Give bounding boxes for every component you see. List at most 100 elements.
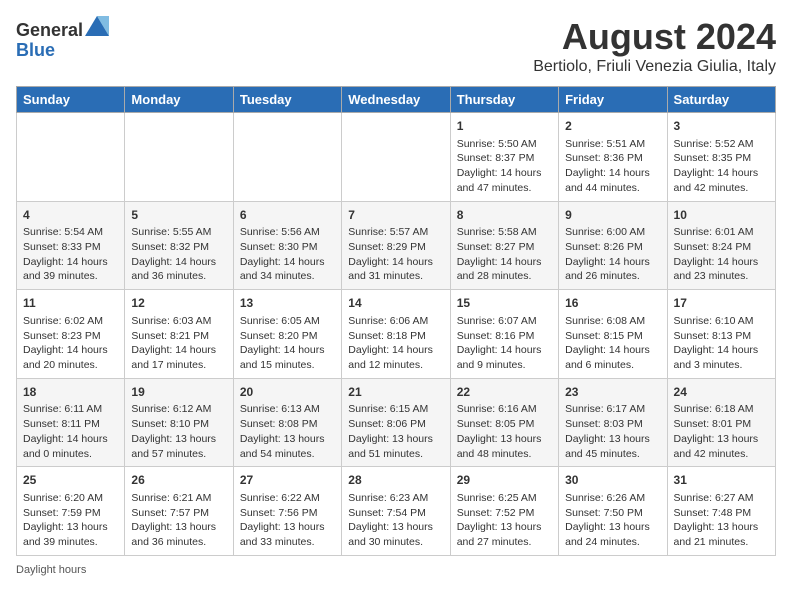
day-number: 18 bbox=[23, 384, 118, 401]
calendar-week-row: 1Sunrise: 5:50 AMSunset: 8:37 PMDaylight… bbox=[17, 113, 776, 202]
day-number: 17 bbox=[674, 295, 769, 312]
page-header: General Blue August 2024 Bertiolo, Friul… bbox=[16, 16, 776, 76]
calendar-day-cell: 13 Sunrise: 6:05 AMSunset: 8:20 PMDayligh… bbox=[233, 290, 341, 379]
day-number: 9 bbox=[565, 207, 660, 224]
day-info: Sunrise: 5:56 AMSunset: 8:30 PMDaylight:… bbox=[240, 225, 335, 284]
calendar-week-row: 18Sunrise: 6:11 AMSunset: 8:11 PMDayligh… bbox=[17, 378, 776, 467]
footer: Daylight hours bbox=[16, 564, 776, 576]
day-info: Sunrise: 6:03 AMSunset: 8:21 PMDaylight:… bbox=[131, 314, 226, 373]
day-info: Sunrise: 6:21 AMSunset: 7:57 PMDaylight:… bbox=[131, 491, 226, 550]
day-number: 30 bbox=[565, 472, 660, 489]
calendar-day-cell: 1Sunrise: 5:50 AMSunset: 8:37 PMDaylight… bbox=[450, 113, 558, 202]
day-number: 22 bbox=[457, 384, 552, 401]
calendar-day-cell: 8Sunrise: 5:58 AMSunset: 8:27 PMDaylight… bbox=[450, 201, 558, 290]
day-of-week-header: Wednesday bbox=[342, 87, 450, 113]
calendar-day-cell: 25Sunrise: 6:20 AMSunset: 7:59 PMDayligh… bbox=[17, 467, 125, 556]
day-number: 8 bbox=[457, 207, 552, 224]
day-of-week-header: Sunday bbox=[17, 87, 125, 113]
logo-general-text: General bbox=[16, 20, 83, 40]
calendar-day-cell: 18Sunrise: 6:11 AMSunset: 8:11 PMDayligh… bbox=[17, 378, 125, 467]
day-number: 29 bbox=[457, 472, 552, 489]
calendar-day-cell: 5Sunrise: 5:55 AMSunset: 8:32 PMDaylight… bbox=[125, 201, 233, 290]
main-title: August 2024 bbox=[533, 16, 776, 58]
day-info: Sunrise: 6:10 AMSunset: 8:13 PMDaylight:… bbox=[674, 314, 769, 373]
logo-blue-text: Blue bbox=[16, 40, 55, 60]
day-info: Sunrise: 6:26 AMSunset: 7:50 PMDaylight:… bbox=[565, 491, 660, 550]
calendar-day-cell: 6Sunrise: 5:56 AMSunset: 8:30 PMDaylight… bbox=[233, 201, 341, 290]
calendar-day-cell bbox=[342, 113, 450, 202]
day-number: 23 bbox=[565, 384, 660, 401]
day-number: 5 bbox=[131, 207, 226, 224]
calendar-day-cell: 20Sunrise: 6:13 AMSunset: 8:08 PMDayligh… bbox=[233, 378, 341, 467]
day-info: Sunrise: 6:27 AMSunset: 7:48 PMDaylight:… bbox=[674, 491, 769, 550]
day-info: Sunrise: 5:58 AMSunset: 8:27 PMDaylight:… bbox=[457, 225, 552, 284]
calendar-day-cell: 16 Sunrise: 6:08 AMSunset: 8:15 PMDayligh… bbox=[559, 290, 667, 379]
day-info: Sunrise: 6:12 AMSunset: 8:10 PMDaylight:… bbox=[131, 402, 226, 461]
calendar-day-cell: 27Sunrise: 6:22 AMSunset: 7:56 PMDayligh… bbox=[233, 467, 341, 556]
day-info: Sunrise: 5:55 AMSunset: 8:32 PMDaylight:… bbox=[131, 225, 226, 284]
calendar-day-cell: 11 Sunrise: 6:02 AMSunset: 8:23 PMDayligh… bbox=[17, 290, 125, 379]
day-info: Sunrise: 6:00 AMSunset: 8:26 PMDaylight:… bbox=[565, 225, 660, 284]
day-number: 13 bbox=[240, 295, 335, 312]
day-info: Sunrise: 6:05 AMSunset: 8:20 PMDaylight:… bbox=[240, 314, 335, 373]
calendar-day-cell: 28 Sunrise: 6:23 AMSunset: 7:54 PMDayligh… bbox=[342, 467, 450, 556]
day-number: 15 bbox=[457, 295, 552, 312]
day-number: 16 bbox=[565, 295, 660, 312]
day-info: Sunrise: 6:23 AMSunset: 7:54 PMDaylight:… bbox=[348, 491, 443, 550]
day-number: 1 bbox=[457, 118, 552, 135]
calendar-day-cell: 2Sunrise: 5:51 AMSunset: 8:36 PMDaylight… bbox=[559, 113, 667, 202]
day-info: Sunrise: 5:57 AMSunset: 8:29 PMDaylight:… bbox=[348, 225, 443, 284]
day-info: Sunrise: 6:08 AMSunset: 8:15 PMDaylight:… bbox=[565, 314, 660, 373]
day-info: Sunrise: 5:54 AMSunset: 8:33 PMDaylight:… bbox=[23, 225, 118, 284]
day-info: Sunrise: 6:06 AMSunset: 8:18 PMDaylight:… bbox=[348, 314, 443, 373]
day-info: Sunrise: 6:11 AMSunset: 8:11 PMDaylight:… bbox=[23, 402, 118, 461]
day-number: 31 bbox=[674, 472, 769, 489]
day-number: 24 bbox=[674, 384, 769, 401]
day-of-week-header: Thursday bbox=[450, 87, 558, 113]
day-number: 4 bbox=[23, 207, 118, 224]
day-info: Sunrise: 6:22 AMSunset: 7:56 PMDaylight:… bbox=[240, 491, 335, 550]
day-info: Sunrise: 6:07 AMSunset: 8:16 PMDaylight:… bbox=[457, 314, 552, 373]
calendar-day-cell: 12 Sunrise: 6:03 AMSunset: 8:21 PMDayligh… bbox=[125, 290, 233, 379]
day-info: Sunrise: 6:17 AMSunset: 8:03 PMDaylight:… bbox=[565, 402, 660, 461]
day-info: Sunrise: 6:20 AMSunset: 7:59 PMDaylight:… bbox=[23, 491, 118, 550]
day-number: 19 bbox=[131, 384, 226, 401]
day-number: 6 bbox=[240, 207, 335, 224]
day-number: 11 bbox=[23, 295, 118, 312]
logo-icon bbox=[85, 16, 109, 36]
calendar-day-cell: 17 Sunrise: 6:10 AMSunset: 8:13 PMDayligh… bbox=[667, 290, 775, 379]
daylight-hours-label: Daylight hours bbox=[16, 564, 86, 576]
calendar-day-cell: 9Sunrise: 6:00 AMSunset: 8:26 PMDaylight… bbox=[559, 201, 667, 290]
day-number: 7 bbox=[348, 207, 443, 224]
day-number: 3 bbox=[674, 118, 769, 135]
day-number: 26 bbox=[131, 472, 226, 489]
calendar-day-cell: 19Sunrise: 6:12 AMSunset: 8:10 PMDayligh… bbox=[125, 378, 233, 467]
calendar-day-cell: 4Sunrise: 5:54 AMSunset: 8:33 PMDaylight… bbox=[17, 201, 125, 290]
calendar-day-cell bbox=[17, 113, 125, 202]
calendar-day-cell: 7Sunrise: 5:57 AMSunset: 8:29 PMDaylight… bbox=[342, 201, 450, 290]
calendar-table: SundayMondayTuesdayWednesdayThursdayFrid… bbox=[16, 86, 776, 556]
calendar-header-row: SundayMondayTuesdayWednesdayThursdayFrid… bbox=[17, 87, 776, 113]
calendar-week-row: 25Sunrise: 6:20 AMSunset: 7:59 PMDayligh… bbox=[17, 467, 776, 556]
day-number: 2 bbox=[565, 118, 660, 135]
day-info: Sunrise: 6:25 AMSunset: 7:52 PMDaylight:… bbox=[457, 491, 552, 550]
day-info: Sunrise: 6:13 AMSunset: 8:08 PMDaylight:… bbox=[240, 402, 335, 461]
day-info: Sunrise: 6:18 AMSunset: 8:01 PMDaylight:… bbox=[674, 402, 769, 461]
logo: General Blue bbox=[16, 16, 109, 61]
day-number: 12 bbox=[131, 295, 226, 312]
calendar-day-cell: 3Sunrise: 5:52 AMSunset: 8:35 PMDaylight… bbox=[667, 113, 775, 202]
day-info: Sunrise: 6:16 AMSunset: 8:05 PMDaylight:… bbox=[457, 402, 552, 461]
calendar-day-cell: 14Sunrise: 6:06 AMSunset: 8:18 PMDayligh… bbox=[342, 290, 450, 379]
day-number: 10 bbox=[674, 207, 769, 224]
day-of-week-header: Saturday bbox=[667, 87, 775, 113]
calendar-day-cell: 21Sunrise: 6:15 AMSunset: 8:06 PMDayligh… bbox=[342, 378, 450, 467]
subtitle: Bertiolo, Friuli Venezia Giulia, Italy bbox=[533, 58, 776, 76]
day-number: 28 bbox=[348, 472, 443, 489]
calendar-week-row: 4Sunrise: 5:54 AMSunset: 8:33 PMDaylight… bbox=[17, 201, 776, 290]
calendar-day-cell: 31 Sunrise: 6:27 AMSunset: 7:48 PMDayligh… bbox=[667, 467, 775, 556]
calendar-day-cell bbox=[233, 113, 341, 202]
title-block: August 2024 Bertiolo, Friuli Venezia Giu… bbox=[533, 16, 776, 76]
day-info: Sunrise: 6:02 AMSunset: 8:23 PMDaylight:… bbox=[23, 314, 118, 373]
day-of-week-header: Friday bbox=[559, 87, 667, 113]
calendar-day-cell: 15 Sunrise: 6:07 AMSunset: 8:16 PMDayligh… bbox=[450, 290, 558, 379]
